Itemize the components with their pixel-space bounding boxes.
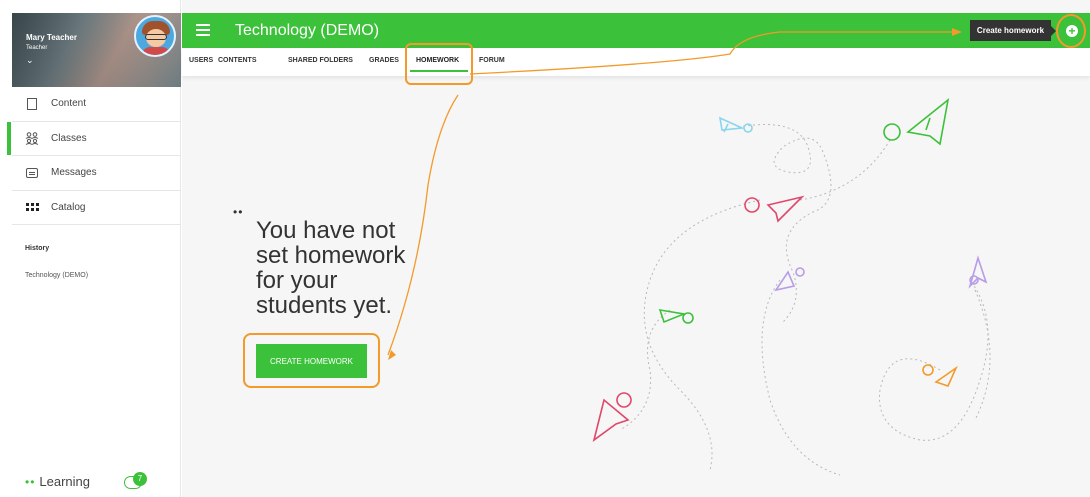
decorative-paper-planes (387, 28, 991, 476)
